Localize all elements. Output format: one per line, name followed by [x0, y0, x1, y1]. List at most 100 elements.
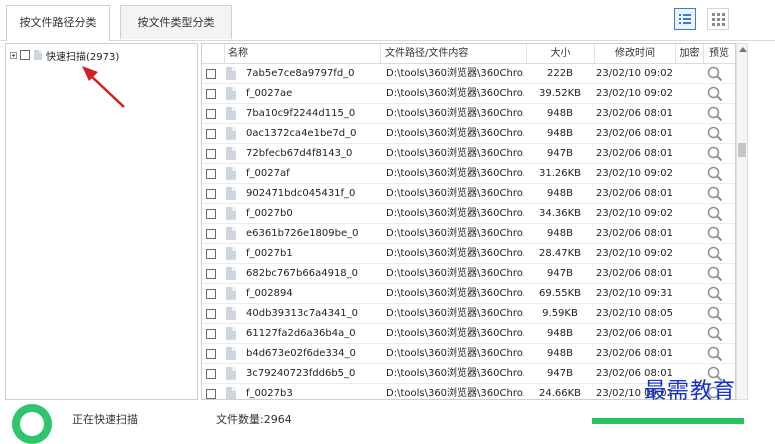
row-checkbox[interactable] [206, 209, 216, 219]
file-name: f_0027b1 [246, 248, 293, 259]
grid-view-button[interactable] [707, 8, 729, 30]
file-modified: 23/02/10 08:05 [596, 308, 673, 319]
table-row[interactable]: f_0027b1 D:\tools\360浏览器\360Chro... 28.47K… [202, 244, 735, 264]
header-size[interactable]: 大小 [526, 44, 594, 63]
file-size: 28.47KB [538, 248, 582, 259]
row-checkbox[interactable] [206, 89, 216, 99]
header-name[interactable]: 名称 [224, 44, 380, 63]
tab-by-path[interactable]: 按文件路径分类 [6, 5, 110, 41]
row-checkbox[interactable] [206, 329, 216, 339]
table-row[interactable]: 902471bdc045431f_0 D:\tools\360浏览器\360Chr… [202, 184, 735, 204]
row-checkbox[interactable] [206, 269, 216, 279]
table-row[interactable]: f_0027b0 D:\tools\360浏览器\360Chro... 34.36K… [202, 204, 735, 224]
magnifier-icon[interactable] [707, 346, 723, 362]
magnifier-icon[interactable] [707, 146, 723, 162]
table-row[interactable]: 72bfecb67d4f8143_0 D:\tools\360浏览器\360Chr… [202, 144, 735, 164]
magnifier-icon[interactable] [707, 86, 723, 102]
file-path: D:\tools\360浏览器\360Chro... [386, 168, 524, 179]
table-row[interactable]: 40db39313c7a4341_0 D:\tools\360浏览器\360Chr… [202, 304, 735, 324]
table-row[interactable]: 682bc767b66a4918_0 D:\tools\360浏览器\360Chr… [202, 264, 735, 284]
file-path: D:\tools\360浏览器\360Chro... [386, 108, 524, 119]
table-row[interactable]: f_002894 D:\tools\360浏览器\360Chro... 69.55K… [202, 284, 735, 304]
folder-tree-panel: 快速扫描(2973) [5, 43, 198, 400]
file-path: D:\tools\360浏览器\360Chro... [386, 68, 524, 79]
row-checkbox[interactable] [206, 169, 216, 179]
file-size: 222B [547, 68, 573, 79]
row-checkbox[interactable] [206, 249, 216, 259]
file-icon [226, 187, 236, 200]
tab-bar: 按文件路径分类 按文件类型分类 [0, 0, 775, 41]
magnifier-icon[interactable] [707, 246, 723, 262]
table-row[interactable]: b4d673e02f6de334_0 D:\tools\360浏览器\360Chr… [202, 344, 735, 364]
list-view-button[interactable] [674, 8, 696, 30]
file-modified: 23/02/06 08:01 [596, 128, 673, 139]
magnifier-icon[interactable] [707, 66, 723, 82]
tree-node-quick-scan[interactable]: 快速扫描(2973) [10, 48, 119, 63]
file-size: 39.52KB [538, 88, 582, 99]
tree-checkbox[interactable] [20, 50, 30, 60]
row-checkbox[interactable] [206, 69, 216, 79]
file-icon [34, 50, 42, 60]
header-preview[interactable]: 预览 [703, 44, 735, 63]
file-path: D:\tools\360浏览器\360Chro... [386, 128, 524, 139]
row-checkbox[interactable] [206, 189, 216, 199]
file-name: 7ba10c9f2244d115_0 [246, 108, 356, 119]
file-size: 69.55KB [538, 288, 582, 299]
magnifier-icon[interactable] [707, 326, 723, 342]
magnifier-icon[interactable] [707, 266, 723, 282]
header-path[interactable]: 文件路径/文件内容 [380, 44, 526, 63]
table-row[interactable]: f_0027ae D:\tools\360浏览器\360Chro... 39.52K… [202, 84, 735, 104]
magnifier-icon[interactable] [707, 286, 723, 302]
file-modified: 23/02/10 09:02 [596, 68, 673, 79]
row-checkbox[interactable] [206, 229, 216, 239]
file-path: D:\tools\360浏览器\360Chro... [386, 88, 524, 99]
vertical-scrollbar[interactable] [736, 43, 748, 400]
file-size: 9.59KB [542, 308, 578, 319]
table-row[interactable]: 0ac1372ca4e1be7d_0 D:\tools\360浏览器\360Chr… [202, 124, 735, 144]
magnifier-icon[interactable] [707, 306, 723, 322]
row-checkbox[interactable] [206, 389, 216, 399]
table-row[interactable]: 7ab5e7ce8a9797fd_0 D:\tools\360浏览器\360Chr… [202, 64, 735, 84]
row-checkbox[interactable] [206, 309, 216, 319]
file-path: D:\tools\360浏览器\360Chro... [386, 248, 524, 259]
magnifier-icon[interactable] [707, 206, 723, 222]
file-path: D:\tools\360浏览器\360Chro... [386, 148, 524, 159]
scan-progress-ring [12, 404, 52, 444]
row-checkbox[interactable] [206, 349, 216, 359]
magnifier-icon[interactable] [707, 106, 723, 122]
file-size: 948B [547, 108, 573, 119]
magnifier-icon[interactable] [707, 186, 723, 202]
row-checkbox[interactable] [206, 369, 216, 379]
magnifier-icon[interactable] [707, 166, 723, 182]
file-name: 7ab5e7ce8a9797fd_0 [246, 68, 355, 79]
scroll-thumb[interactable] [738, 143, 746, 157]
row-checkbox[interactable] [206, 289, 216, 299]
header-modified[interactable]: 修改时间 [594, 44, 675, 63]
file-name: b4d673e02f6de334_0 [246, 348, 356, 359]
table-row[interactable]: e6361b726e1809be_0 D:\tools\360浏览器\360Chr… [202, 224, 735, 244]
magnifier-icon[interactable] [707, 126, 723, 142]
file-name: 3c79240723fdd6b5_0 [246, 368, 356, 379]
file-modified: 23/02/06 08:01 [596, 188, 673, 199]
scroll-up-icon[interactable] [739, 47, 747, 52]
file-name: f_0027b0 [246, 208, 293, 219]
header-select [202, 44, 224, 63]
expand-icon[interactable] [10, 51, 17, 59]
file-modified: 23/02/06 08:01 [596, 268, 673, 279]
file-path: D:\tools\360浏览器\360Chro... [386, 208, 524, 219]
file-icon [226, 347, 236, 360]
row-checkbox[interactable] [206, 129, 216, 139]
table-row[interactable]: 7ba10c9f2244d115_0 D:\tools\360浏览器\360Chr… [202, 104, 735, 124]
header-encrypted[interactable]: 加密 [675, 44, 703, 63]
file-icon [226, 287, 236, 300]
table-row[interactable]: f_0027af D:\tools\360浏览器\360Chro... 31.26K… [202, 164, 735, 184]
row-checkbox[interactable] [206, 149, 216, 159]
file-icon [226, 307, 236, 320]
magnifier-icon[interactable] [707, 226, 723, 242]
row-checkbox[interactable] [206, 109, 216, 119]
file-size: 948B [547, 228, 573, 239]
file-icon [226, 167, 236, 180]
table-row[interactable]: 61127fa2d6a36b4a_0 D:\tools\360浏览器\360Chr… [202, 324, 735, 344]
tab-by-type[interactable]: 按文件类型分类 [120, 5, 232, 39]
file-icon [226, 367, 236, 380]
